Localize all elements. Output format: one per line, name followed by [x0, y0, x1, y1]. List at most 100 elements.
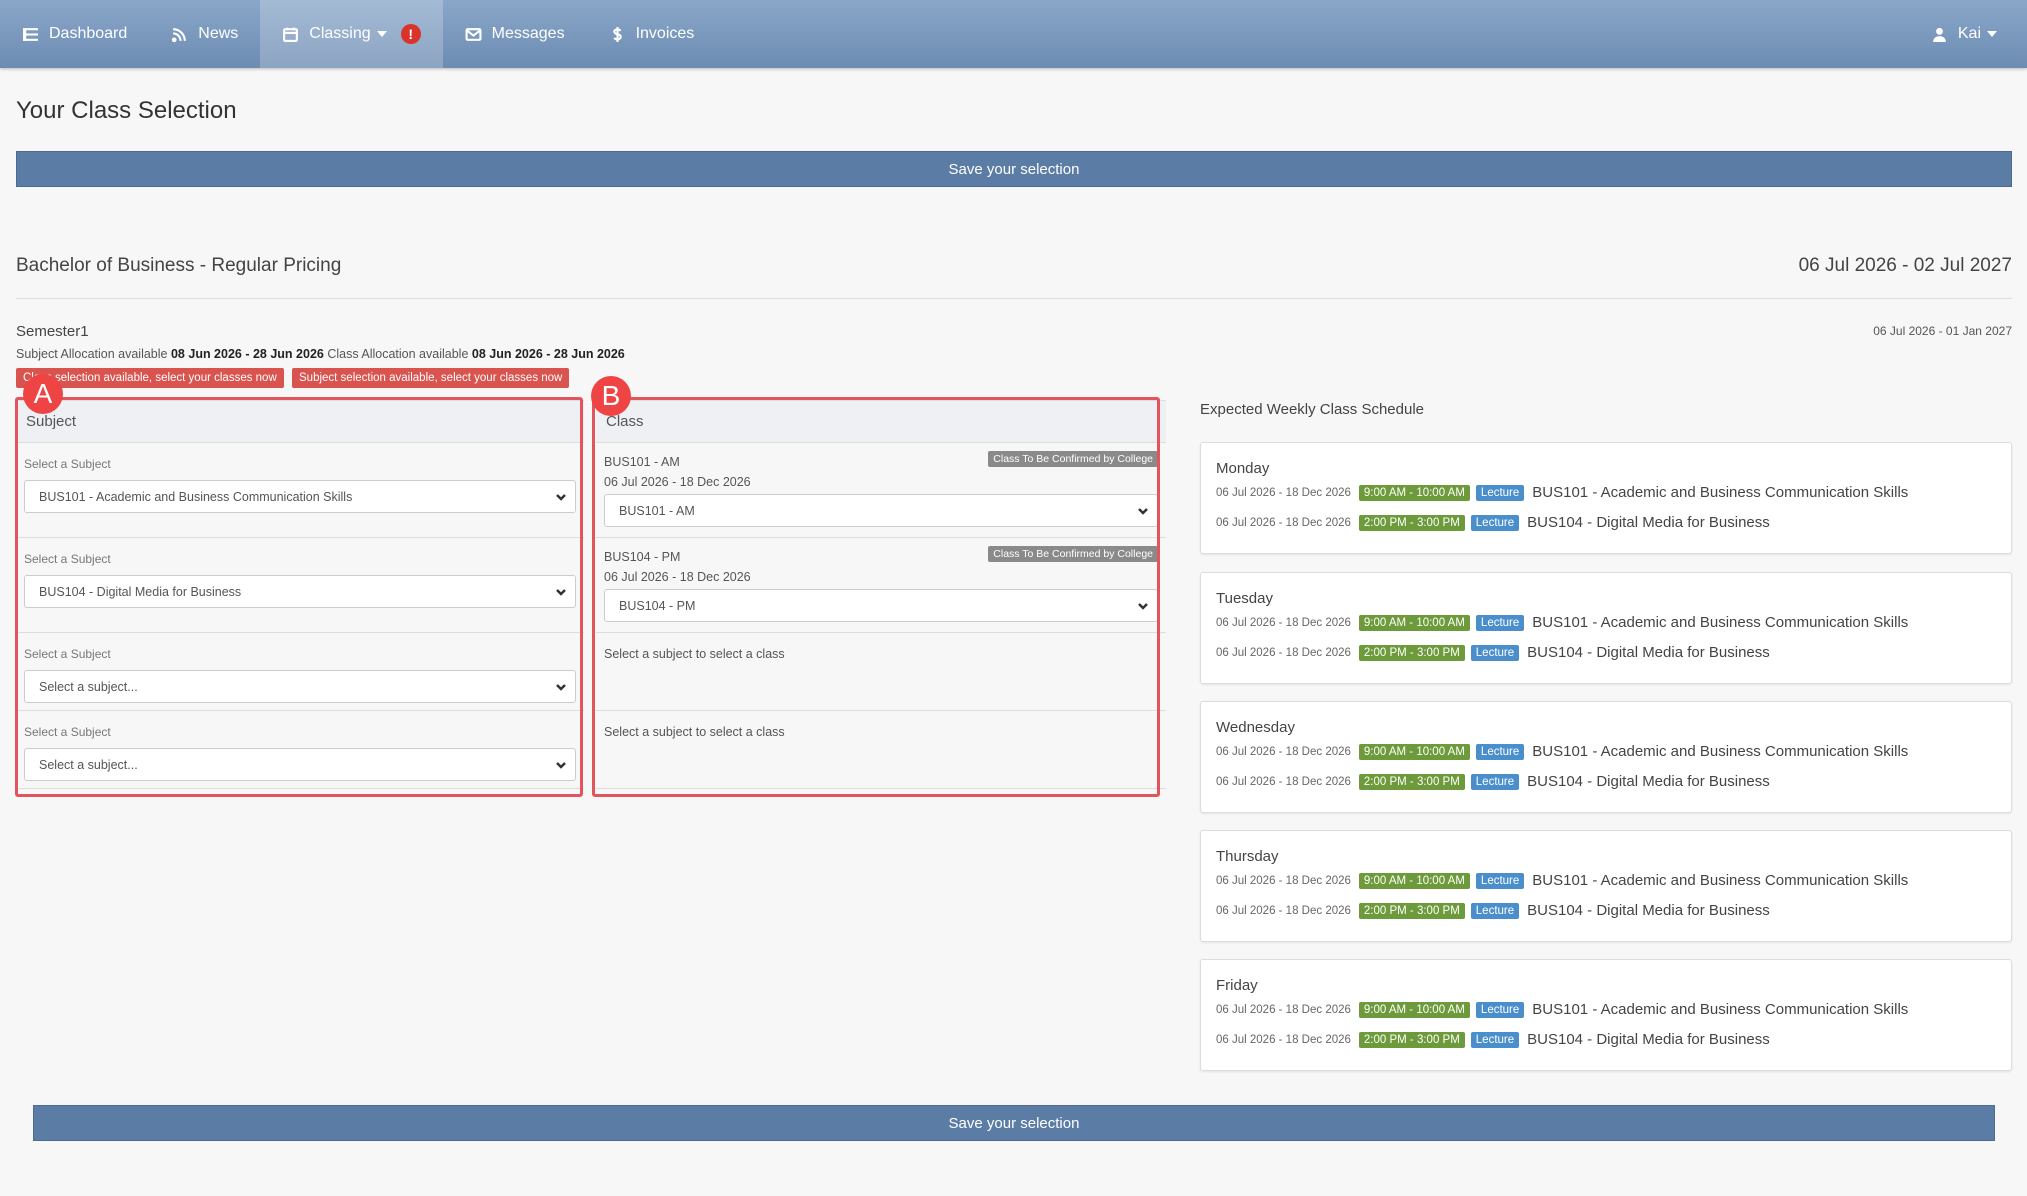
- annotation-box-a: [15, 397, 583, 797]
- entry-dates: 06 Jul 2026 - 18 Dec 2026: [1216, 775, 1351, 788]
- top-navbar: Dashboard News Classing ! Messages Invoi…: [0, 0, 2027, 68]
- divider: [16, 298, 2012, 299]
- time-badge: 9:00 AM - 10:00 AM: [1358, 484, 1470, 501]
- nav-messages[interactable]: Messages: [443, 0, 587, 68]
- semester-dates: 06 Jul 2026 - 01 Jan 2027: [1873, 324, 2012, 338]
- annotation-box-b: [592, 397, 1160, 797]
- day-card-tuesday: Tuesday 06 Jul 2026 - 18 Dec 2026 9:00 A…: [1200, 572, 2012, 684]
- nav-dashboard[interactable]: Dashboard: [0, 0, 149, 68]
- nav-user-menu[interactable]: Kai: [1909, 0, 2027, 68]
- entry-dates: 06 Jul 2026 - 18 Dec 2026: [1216, 616, 1351, 629]
- entry-dates: 06 Jul 2026 - 18 Dec 2026: [1216, 516, 1351, 529]
- chevron-down-icon: [1987, 31, 1997, 37]
- schedule-entry: 06 Jul 2026 - 18 Dec 2026 9:00 AM - 10:0…: [1216, 1001, 1908, 1018]
- schedule-entry: 06 Jul 2026 - 18 Dec 2026 2:00 PM - 3:00…: [1216, 1031, 1770, 1048]
- day-card-thursday: Thursday 06 Jul 2026 - 18 Dec 2026 9:00 …: [1200, 830, 2012, 942]
- entry-subject: BUS104 - Digital Media for Business: [1527, 902, 1770, 919]
- time-badge: 2:00 PM - 3:00 PM: [1358, 644, 1465, 661]
- save-selection-button-bottom[interactable]: Save your selection: [33, 1105, 1995, 1141]
- entry-subject: BUS101 - Academic and Business Communica…: [1532, 1001, 1909, 1018]
- entry-dates: 06 Jul 2026 - 18 Dec 2026: [1216, 646, 1351, 659]
- time-badge: 2:00 PM - 3:00 PM: [1358, 773, 1465, 790]
- entry-subject: BUS101 - Academic and Business Communica…: [1532, 614, 1909, 631]
- lecture-badge: Lecture: [1475, 484, 1525, 501]
- day-name: Monday: [1216, 460, 1270, 477]
- entry-dates: 06 Jul 2026 - 18 Dec 2026: [1216, 486, 1351, 499]
- day-name: Tuesday: [1216, 590, 1273, 607]
- subject-alloc-label: Subject Allocation available: [16, 347, 168, 361]
- schedule-entry: 06 Jul 2026 - 18 Dec 2026 9:00 AM - 10:0…: [1216, 743, 1908, 760]
- day-card-friday: Friday 06 Jul 2026 - 18 Dec 2026 9:00 AM…: [1200, 959, 2012, 1071]
- nav-dashboard-label: Dashboard: [49, 25, 128, 42]
- schedule-entry: 06 Jul 2026 - 18 Dec 2026 2:00 PM - 3:00…: [1216, 514, 1770, 531]
- nav-classing[interactable]: Classing !: [260, 0, 443, 68]
- day-name: Thursday: [1216, 848, 1279, 865]
- entry-subject: BUS104 - Digital Media for Business: [1527, 644, 1770, 661]
- allocation-info: Subject Allocation available 08 Jun 2026…: [16, 347, 625, 361]
- lecture-badge: Lecture: [1475, 872, 1525, 889]
- annotation-badge-a: A: [23, 374, 63, 414]
- nav-invoices-label: Invoices: [635, 25, 695, 42]
- lecture-badge: Lecture: [1475, 1001, 1525, 1018]
- chevron-down-icon: [376, 31, 387, 37]
- schedule-entry: 06 Jul 2026 - 18 Dec 2026 2:00 PM - 3:00…: [1216, 773, 1770, 790]
- lecture-badge: Lecture: [1470, 1031, 1520, 1048]
- user-icon: [1933, 27, 1946, 42]
- time-badge: 9:00 AM - 10:00 AM: [1358, 614, 1470, 631]
- day-card-monday: Monday 06 Jul 2026 - 18 Dec 2026 9:00 AM…: [1200, 442, 2012, 554]
- entry-subject: BUS104 - Digital Media for Business: [1527, 1031, 1770, 1048]
- entry-dates: 06 Jul 2026 - 18 Dec 2026: [1216, 1003, 1351, 1016]
- lecture-badge: Lecture: [1470, 773, 1520, 790]
- schedule-entry: 06 Jul 2026 - 18 Dec 2026 9:00 AM - 10:0…: [1216, 872, 1908, 889]
- time-badge: 9:00 AM - 10:00 AM: [1358, 1001, 1470, 1018]
- lecture-badge: Lecture: [1475, 614, 1525, 631]
- nav-news[interactable]: News: [149, 0, 260, 68]
- time-badge: 2:00 PM - 3:00 PM: [1358, 1031, 1465, 1048]
- page-title: Your Class Selection: [16, 97, 237, 124]
- entry-dates: 06 Jul 2026 - 18 Dec 2026: [1216, 874, 1351, 887]
- subject-selection-alert: Subject selection available, select your…: [292, 368, 570, 388]
- lecture-badge: Lecture: [1470, 514, 1520, 531]
- schedule-entry: 06 Jul 2026 - 18 Dec 2026 9:00 AM - 10:0…: [1216, 614, 1908, 631]
- time-badge: 9:00 AM - 10:00 AM: [1358, 872, 1470, 889]
- envelope-icon: [465, 27, 482, 41]
- entry-subject: BUS104 - Digital Media for Business: [1527, 773, 1770, 790]
- time-badge: 2:00 PM - 3:00 PM: [1358, 902, 1465, 919]
- entry-subject: BUS101 - Academic and Business Communica…: [1532, 484, 1909, 501]
- program-name: Bachelor of Business - Regular Pricing: [16, 255, 342, 276]
- lecture-badge: Lecture: [1470, 902, 1520, 919]
- time-badge: 2:00 PM - 3:00 PM: [1358, 514, 1465, 531]
- lecture-badge: Lecture: [1470, 644, 1520, 661]
- program-dates: 06 Jul 2026 - 02 Jul 2027: [1798, 255, 2012, 276]
- calendar-icon: [283, 27, 299, 42]
- schedule-entry: 06 Jul 2026 - 18 Dec 2026 9:00 AM - 10:0…: [1216, 484, 1908, 501]
- class-alloc-label: Class Allocation available: [327, 347, 469, 361]
- day-name: Friday: [1216, 977, 1258, 994]
- day-name: Wednesday: [1216, 719, 1295, 736]
- alert-icon: !: [400, 24, 421, 44]
- schedule-title: Expected Weekly Class Schedule: [1200, 401, 1425, 418]
- schedule-entry: 06 Jul 2026 - 18 Dec 2026 2:00 PM - 3:00…: [1216, 902, 1770, 919]
- nav-news-label: News: [198, 25, 239, 42]
- entry-dates: 06 Jul 2026 - 18 Dec 2026: [1216, 745, 1351, 758]
- nav-invoices[interactable]: Invoices: [587, 0, 717, 68]
- entry-dates: 06 Jul 2026 - 18 Dec 2026: [1216, 1033, 1351, 1046]
- rss-icon: [172, 27, 187, 42]
- day-card-wednesday: Wednesday 06 Jul 2026 - 18 Dec 2026 9:00…: [1200, 701, 2012, 813]
- nav-messages-label: Messages: [491, 25, 565, 42]
- entry-subject: BUS101 - Academic and Business Communica…: [1532, 743, 1909, 760]
- entry-dates: 06 Jul 2026 - 18 Dec 2026: [1216, 904, 1351, 917]
- entry-subject: BUS104 - Digital Media for Business: [1527, 514, 1770, 531]
- save-selection-button-top[interactable]: Save your selection: [16, 151, 2012, 187]
- annotation-badge-b: B: [591, 376, 631, 416]
- schedule-entry: 06 Jul 2026 - 18 Dec 2026 2:00 PM - 3:00…: [1216, 644, 1770, 661]
- subject-alloc-dates: 08 Jun 2026 - 28 Jun 2026: [170, 347, 324, 361]
- class-alloc-dates: 08 Jun 2026 - 28 Jun 2026: [471, 347, 625, 361]
- entry-subject: BUS101 - Academic and Business Communica…: [1532, 872, 1909, 889]
- nav-user-label: Kai: [1957, 25, 1981, 42]
- time-badge: 9:00 AM - 10:00 AM: [1358, 743, 1470, 760]
- nav-classing-label: Classing: [309, 25, 371, 42]
- lecture-badge: Lecture: [1475, 743, 1525, 760]
- dashboard-icon: [23, 27, 38, 41]
